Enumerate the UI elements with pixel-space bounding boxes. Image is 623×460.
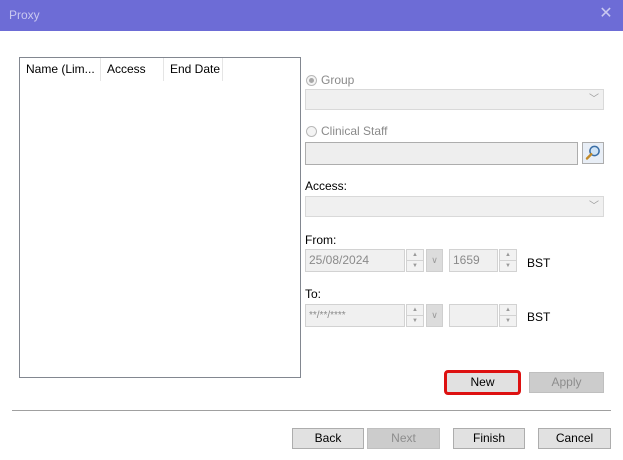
search-icon xyxy=(585,145,600,160)
chevron-down-icon: ﹀ xyxy=(589,94,599,105)
from-time-field[interactable]: 1659 xyxy=(449,249,498,272)
access-combo[interactable]: ﹀ xyxy=(305,196,604,217)
divider xyxy=(12,410,611,411)
from-date-dropdown-button[interactable]: ∨ xyxy=(426,249,443,272)
to-date-dropdown-button[interactable]: ∨ xyxy=(426,304,443,327)
column-header-end-date[interactable]: End Date xyxy=(164,58,223,81)
access-label: Access: xyxy=(305,179,348,193)
group-radio[interactable] xyxy=(306,74,317,86)
to-date-spinner[interactable]: ▲ ▼ xyxy=(406,304,424,327)
chevron-down-icon: ﹀ xyxy=(589,201,599,212)
title-bar: Proxy ✕ xyxy=(0,0,623,31)
from-timezone-label: BST xyxy=(527,256,551,270)
clinical-staff-label: Clinical Staff xyxy=(321,124,388,138)
list-header: Name (Lim... Access End Date xyxy=(20,58,300,81)
spin-up-icon[interactable]: ▲ xyxy=(500,250,516,261)
clinical-staff-field[interactable] xyxy=(305,142,578,165)
chevron-down-icon: ∨ xyxy=(431,255,438,265)
chevron-down-icon: ∨ xyxy=(431,310,438,320)
group-combo[interactable]: ﹀ xyxy=(305,89,604,110)
clinical-staff-radio[interactable] xyxy=(306,125,317,137)
proxy-list[interactable]: Name (Lim... Access End Date xyxy=(19,57,301,378)
spin-down-icon[interactable]: ▼ xyxy=(500,261,516,271)
group-label: Group xyxy=(321,73,355,87)
next-button[interactable]: Next xyxy=(367,428,440,449)
window-title: Proxy xyxy=(9,8,40,22)
to-label: To: xyxy=(305,287,322,301)
from-date-spinner[interactable]: ▲ ▼ xyxy=(406,249,424,272)
spin-up-icon[interactable]: ▲ xyxy=(407,305,423,316)
from-label: From: xyxy=(305,233,337,247)
to-date-field[interactable]: **/**/**** xyxy=(305,304,405,327)
cancel-button[interactable]: Cancel xyxy=(538,428,611,449)
highlight-box xyxy=(444,370,521,395)
clinical-staff-radio-row[interactable]: Clinical Staff xyxy=(306,124,387,138)
to-time-spinner[interactable]: ▲ ▼ xyxy=(499,304,517,327)
to-timezone-label: BST xyxy=(527,310,551,324)
group-radio-row[interactable]: Group xyxy=(306,73,354,87)
search-button[interactable] xyxy=(582,142,604,164)
spin-down-icon[interactable]: ▼ xyxy=(407,261,423,271)
spin-down-icon[interactable]: ▼ xyxy=(407,316,423,326)
close-icon[interactable]: ✕ xyxy=(597,5,615,23)
from-time-spinner[interactable]: ▲ ▼ xyxy=(499,249,517,272)
spin-up-icon[interactable]: ▲ xyxy=(407,250,423,261)
column-header-access[interactable]: Access xyxy=(101,58,164,81)
spin-down-icon[interactable]: ▼ xyxy=(500,316,516,326)
from-date-field[interactable]: 25/08/2024 xyxy=(305,249,405,272)
apply-button[interactable]: Apply xyxy=(529,372,604,393)
column-header-name[interactable]: Name (Lim... xyxy=(20,58,101,81)
back-button[interactable]: Back xyxy=(292,428,364,449)
spin-up-icon[interactable]: ▲ xyxy=(500,305,516,316)
finish-button[interactable]: Finish xyxy=(453,428,525,449)
to-time-field[interactable] xyxy=(449,304,498,327)
